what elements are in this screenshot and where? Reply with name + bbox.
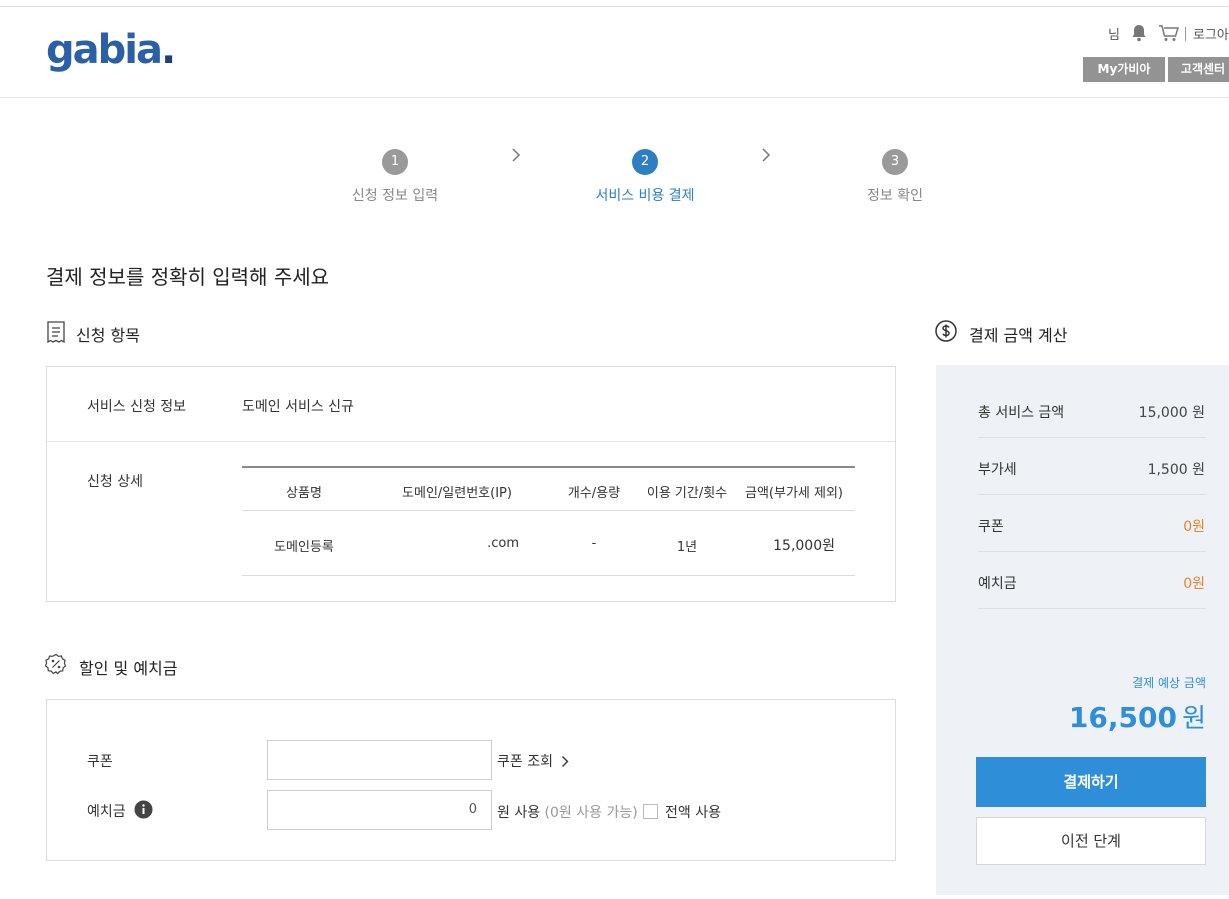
calc-total-label: 총 서비스 금액 (978, 405, 1065, 421)
calc-total-value: 15,000 원 (1138, 405, 1205, 421)
coupon-lookup-link[interactable]: 쿠폰 조회 (497, 751, 569, 771)
coupon-label: 쿠폰 (87, 754, 113, 770)
step-2-label: 서비스 비용 결제 (595, 188, 695, 204)
row-divider (978, 437, 1206, 438)
calc-deposit-value: 0원 (1183, 576, 1205, 592)
calc-coupon-label: 쿠폰 (978, 519, 1004, 535)
top-divider (0, 6, 1229, 7)
step-3-number: 3 (882, 149, 908, 175)
row-divider (978, 608, 1206, 609)
my-gabia-button[interactable]: My가비아 (1083, 57, 1165, 82)
use-all-label[interactable]: 전액 사용 (665, 802, 721, 822)
service-info-value: 도메인 서비스 신규 (242, 399, 354, 415)
table-bottom-border (242, 575, 855, 576)
step-3-label: 정보 확인 (867, 188, 923, 204)
expected-amount: 16,500 원 (1068, 701, 1206, 734)
table-header-quantity: 개수/용량 (567, 486, 621, 501)
table-header-product: 상품명 (286, 486, 322, 501)
cart-icon[interactable] (1158, 24, 1180, 42)
use-all-checkbox[interactable] (643, 804, 658, 819)
calc-vat-label: 부가세 (978, 462, 1017, 478)
calc-panel (936, 365, 1229, 895)
row-divider (978, 494, 1206, 495)
service-info-label: 서비스 신청 정보 (87, 399, 187, 415)
logout-link[interactable]: 로그아 (1193, 24, 1229, 43)
step-1-number: 1 (382, 149, 408, 175)
application-section-title: 신청 항목 (76, 326, 140, 345)
row-divider (978, 551, 1206, 552)
table-top-border (242, 466, 855, 468)
dollar-icon (935, 320, 957, 342)
won-use-label: 원 사용 (0원 사용 가능) (497, 805, 638, 821)
gabia-logo[interactable]: gabia. (46, 28, 176, 72)
table-header-period: 이용 기간/횟수 (646, 486, 728, 501)
deposit-input[interactable]: 0 (267, 790, 492, 830)
calc-deposit-label: 예치금 (978, 576, 1017, 592)
user-name-suffix: 님 (1108, 28, 1120, 43)
table-header-divider (242, 510, 855, 511)
deposit-label: 예치금 (87, 804, 126, 820)
receipt-icon (46, 321, 66, 344)
chevron-right-icon (511, 147, 521, 168)
info-icon[interactable] (134, 800, 153, 819)
table-cell-quantity: - (591, 536, 597, 551)
calc-coupon-value: 0원 (1183, 519, 1205, 535)
coupon-input[interactable] (267, 740, 492, 780)
calc-vat-value: 1,500 원 (1147, 462, 1205, 478)
table-header-domain: 도메인/일련번호(IP) (402, 486, 512, 501)
table-header-amount: 금액(부가세 제외) (745, 486, 843, 501)
step-1-label: 신청 정보 입력 (351, 188, 439, 204)
table-cell-product: 도메인등록 (274, 540, 334, 555)
row-divider (47, 441, 895, 442)
header-divider (0, 97, 1229, 98)
page-title: 결제 정보를 정확히 입력해 주세요 (46, 265, 330, 289)
table-cell-amount: 15,000원 (773, 538, 835, 554)
bell-icon[interactable] (1131, 24, 1147, 42)
discount-box (46, 699, 896, 861)
previous-step-button[interactable]: 이전 단계 (976, 817, 1206, 865)
discount-section-title: 할인 및 예치금 (79, 659, 178, 678)
discount-badge-icon (44, 653, 67, 675)
calc-section-title: 결제 금액 계산 (969, 326, 1068, 345)
table-cell-domain: .com (487, 536, 519, 551)
detail-label: 신청 상세 (87, 474, 143, 490)
table-cell-period: 1년 (676, 540, 698, 555)
pay-button[interactable]: 결제하기 (976, 757, 1206, 807)
support-button[interactable]: 고객센터 (1168, 57, 1229, 82)
expected-amount-label: 결제 예상 금액 (1132, 676, 1206, 690)
util-divider (1185, 27, 1186, 41)
chevron-right-icon (761, 147, 771, 168)
step-2-number: 2 (632, 149, 658, 175)
